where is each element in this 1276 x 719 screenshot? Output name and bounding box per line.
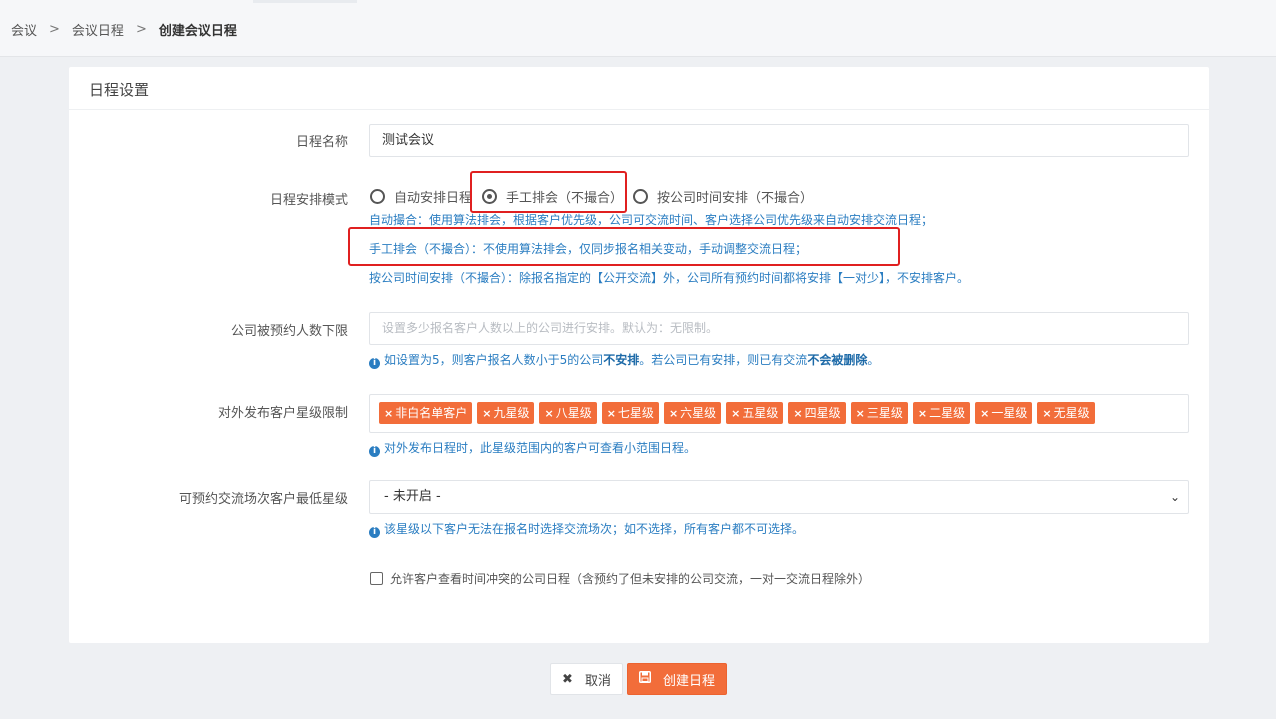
remove-icon: × — [668, 407, 679, 420]
mode-option-auto-label: 自动安排日程 — [394, 191, 473, 206]
remove-icon: × — [482, 407, 492, 420]
schedule-settings-card: 日程设置 日程名称 测试会议 日程安排模式 自动安排日程 手工排会（不撮合） 按… — [69, 67, 1209, 643]
mode-option-company-time-label: 按公司时间安排（不撮合） — [657, 191, 814, 206]
remove-icon: × — [544, 407, 554, 420]
remove-icon: × — [384, 407, 394, 420]
min-star-label: 可预约交流场次客户最低星级 — [178, 492, 348, 507]
chevron-right-icon: > — [135, 22, 147, 37]
mode-option-manual-label: 手工排会（不撮合） — [506, 191, 624, 206]
tag-four-star[interactable]: × 四星级 — [788, 402, 846, 424]
tag-five-star[interactable]: × 五星级 — [726, 402, 784, 424]
schedule-mode-label: 日程安排模式 — [269, 193, 348, 208]
tag-three-star[interactable]: × 三星级 — [850, 402, 908, 424]
radio-checked-icon[interactable] — [482, 189, 498, 204]
min-booking-input[interactable]: 设置多少报名客户人数以上的公司进行安排。默认为：无限制。 — [369, 312, 1189, 345]
mode-option-company-time[interactable]: 按公司时间安排（不撮合） — [633, 187, 813, 206]
min-star-help: i 该星级以下客户无法在报名时选择交流场次；如不选择，所有客户都不可选择。 — [369, 520, 804, 538]
remove-icon: × — [793, 407, 803, 420]
card-title: 日程设置 — [89, 81, 150, 99]
allow-conflict-checkbox[interactable] — [370, 572, 383, 585]
tag-one-star[interactable]: × 一星级 — [975, 402, 1033, 424]
cancel-button-label: 取消 — [584, 673, 611, 689]
remove-icon: × — [1042, 407, 1052, 420]
mode-help-auto: 自动撮合：使用算法排会，根据客户优先级，公司可交流时间、客户选择公司优先级来自动… — [369, 213, 934, 227]
star-limit-tag-input[interactable]: × 非白名单客户 × 九星级 × 八星级 × 七星级 × 六星级 × 五星级 × 四星级 × 三… — [369, 394, 1189, 433]
create-schedule-button[interactable]: 创建日程 — [627, 663, 727, 695]
tag-eight-star[interactable]: × 八星级 — [539, 402, 597, 424]
card-divider — [69, 109, 1209, 110]
mode-help-manual: 手工排会（不撮合）：不使用算法排会，仅同步报名相关变动，手动调整交流日程； — [369, 242, 808, 256]
min-booking-help: i 如设置为5，则客户报名人数小于5的公司不安排。若公司已有安排，则已有交流不会被… — [369, 351, 879, 369]
info-icon: i — [369, 527, 380, 538]
tag-two-star[interactable]: × 二星级 — [912, 402, 971, 424]
tag-non-whitelist[interactable]: × 非白名单客户 — [379, 402, 473, 424]
radio-unchecked-icon[interactable] — [370, 189, 385, 204]
remove-icon: × — [855, 407, 865, 420]
allow-conflict-option[interactable]: 允许客户查看时间冲突的公司日程（含预约了但未安排的公司交流，一对一交流日程除外） — [370, 570, 870, 587]
info-icon: i — [369, 358, 380, 369]
chevron-down-icon: ⌄ — [1169, 490, 1180, 504]
breadcrumb-current: 创建会议日程 — [158, 24, 237, 39]
info-icon: i — [369, 446, 380, 457]
breadcrumb-item-meeting[interactable]: 会议 — [11, 20, 37, 39]
tab-indicator — [253, 0, 357, 3]
min-star-selected: - 未开启 - — [384, 489, 441, 504]
save-icon — [638, 671, 651, 687]
mode-option-auto[interactable]: 自动安排日程 — [370, 187, 472, 206]
remove-icon: × — [731, 407, 741, 420]
schedule-name-input[interactable]: 测试会议 — [369, 124, 1189, 157]
mode-option-manual[interactable]: 手工排会（不撮合） — [482, 187, 623, 206]
remove-icon: × — [980, 407, 990, 420]
remove-icon: × — [606, 407, 616, 420]
schedule-name-label: 日程名称 — [295, 135, 348, 150]
star-limit-help: i 对外发布日程时，此星级范围内的客户可查看小范围日程。 — [369, 439, 696, 457]
mode-help-company-time: 按公司时间安排（不撮合）：除报名指定的【公开交流】外，公司所有预约时间都将安排【… — [369, 271, 970, 285]
top-bar: 会议 > 会议日程 > 创建会议日程 — [0, 0, 1276, 57]
tag-seven-star[interactable]: × 七星级 — [601, 402, 659, 424]
allow-conflict-label: 允许客户查看时间冲突的公司日程（含预约了但未安排的公司交流，一对一交流日程除外） — [390, 572, 871, 586]
create-button-label: 创建日程 — [662, 673, 715, 689]
tag-nine-star[interactable]: × 九星级 — [477, 402, 535, 424]
cancel-button[interactable]: ✖ 取消 — [550, 663, 623, 695]
min-star-select[interactable]: - 未开启 - ⌄ — [369, 480, 1189, 514]
min-booking-label: 公司被预约人数下限 — [230, 324, 348, 339]
tag-six-star[interactable]: × 六星级 — [663, 402, 722, 424]
close-icon: ✖ — [562, 671, 573, 687]
schedule-mode-radio-group: 自动安排日程 手工排会（不撮合） 按公司时间安排（不撮合） — [370, 187, 823, 206]
chevron-right-icon: > — [49, 22, 60, 37]
breadcrumb: 会议 > 会议日程 > 创建会议日程 — [11, 20, 237, 39]
breadcrumb-item-schedule[interactable]: 会议日程 — [72, 20, 124, 39]
tag-no-star[interactable]: × 无星级 — [1037, 402, 1095, 424]
star-limit-label: 对外发布客户星级限制 — [217, 406, 348, 421]
radio-unchecked-icon[interactable] — [633, 189, 649, 204]
remove-icon: × — [917, 407, 928, 420]
